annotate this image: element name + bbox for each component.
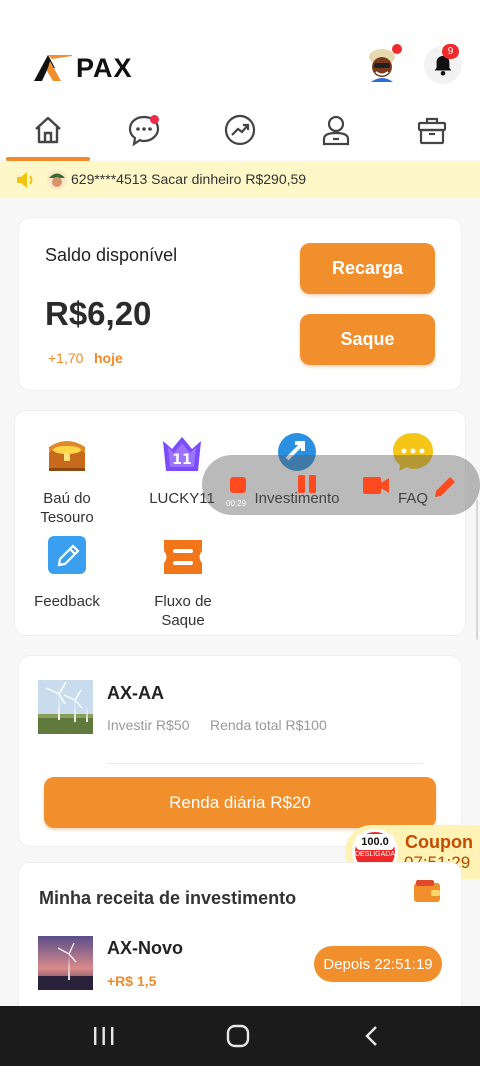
scroll-indicator[interactable] xyxy=(476,500,478,640)
back-icon[interactable] xyxy=(362,1025,382,1047)
recharge-button[interactable]: Recarga xyxy=(300,243,435,294)
home-icon xyxy=(35,116,61,144)
crown-number: 11 xyxy=(172,452,191,468)
logo-mark-icon xyxy=(34,55,72,81)
tab-gift[interactable] xyxy=(412,110,452,150)
chat-unread-dot xyxy=(150,115,159,124)
speaker-icon xyxy=(17,172,33,188)
product-name: AX-AA xyxy=(107,683,164,703)
income-title: Minha receita de investimento xyxy=(39,888,297,908)
feature-label: Feedback xyxy=(34,593,100,610)
ticker-message: 629****4513 Sacar dinheiro R$290,59 xyxy=(71,171,307,187)
tab-trend[interactable] xyxy=(220,110,260,150)
sunset-turbine-image xyxy=(38,936,93,990)
home-button-icon[interactable] xyxy=(225,1024,251,1048)
pax-logo: PAX xyxy=(34,52,133,83)
avatar-notification-dot xyxy=(392,44,402,54)
record-icon[interactable] xyxy=(230,477,246,493)
balance-change-suffix: hoje xyxy=(94,350,123,366)
app-header xyxy=(0,0,480,98)
trend-icon xyxy=(224,114,256,146)
product-total: Renda total R$100 xyxy=(210,717,327,733)
income-item-name: AX-Novo xyxy=(107,938,183,958)
user-avatar-icon xyxy=(47,170,67,190)
treasure-chest-icon xyxy=(49,441,85,471)
feature-label: Baú do Tesouro xyxy=(40,490,94,526)
coupon-title: Coupon xyxy=(405,832,473,852)
coupon-badge-value: 100.0 xyxy=(356,834,394,850)
record-time: 00:29 xyxy=(226,499,247,508)
crown-icon: 11 xyxy=(163,437,201,471)
tab-profile[interactable] xyxy=(316,110,356,150)
recent-apps-icon[interactable] xyxy=(92,1025,116,1047)
pause-icon[interactable] xyxy=(296,474,318,494)
daily-income-button[interactable]: Renda diária R$20 xyxy=(44,777,436,828)
profile-icon xyxy=(322,115,350,146)
withdraw-flow-icon xyxy=(164,540,202,574)
feedback-icon xyxy=(48,536,86,574)
draw-pen-icon[interactable] xyxy=(430,472,458,500)
active-tab-indicator xyxy=(6,157,90,161)
wind-turbine-image xyxy=(38,680,93,734)
coupon-badge-status: DESLIGADA xyxy=(354,851,396,858)
product-invest: Investir R$50 xyxy=(107,717,190,733)
balance-label: Saldo disponível xyxy=(45,245,178,265)
camera-icon[interactable] xyxy=(362,474,390,496)
divider xyxy=(107,763,423,764)
feature-label: Fluxo de Saque xyxy=(154,593,212,629)
gift-icon xyxy=(417,117,447,145)
balance-value: R$6,20 xyxy=(45,295,152,332)
balance-change: +1,70 xyxy=(48,350,84,366)
wallet-icon[interactable] xyxy=(413,879,441,903)
income-status-pill[interactable]: Depois 22:51:19 xyxy=(314,946,442,982)
notification-count-badge: 9 xyxy=(442,44,459,59)
income-item-amount: +R$ 1,5 xyxy=(107,973,157,989)
tab-home[interactable] xyxy=(28,110,68,150)
withdraw-button[interactable]: Saque xyxy=(300,314,435,365)
logo-text: PAX xyxy=(76,52,133,83)
